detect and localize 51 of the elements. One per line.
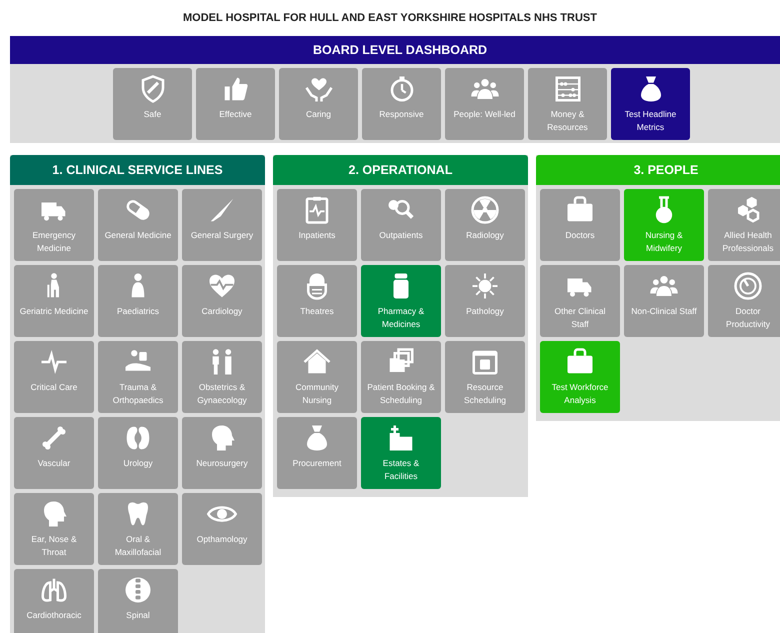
dashboard-tile[interactable]: Test Headline Metrics: [611, 68, 690, 140]
panel-title: 2. OPERATIONAL: [273, 155, 528, 185]
dashboard-tile[interactable]: Geriatric Medicine: [14, 265, 94, 337]
dashboard-tile[interactable]: Cardiothoracic: [14, 569, 94, 633]
dashboard-tile[interactable]: Pharmacy & Medicines: [361, 265, 441, 337]
dashboard-tile[interactable]: Paediatrics: [98, 265, 178, 337]
board-title: BOARD LEVEL DASHBOARD: [10, 36, 780, 64]
dashboard-tile[interactable]: Resource Scheduling: [445, 341, 525, 413]
panel-title: 3. PEOPLE: [536, 155, 780, 185]
dashboard-tile[interactable]: Procurement: [277, 417, 357, 489]
radiation-icon: [470, 195, 500, 225]
dashboard-tile[interactable]: Caring: [279, 68, 358, 140]
dashboard-tile[interactable]: Inpatients: [277, 189, 357, 261]
dashboard-tile[interactable]: Oral & Maxillofacial: [98, 493, 178, 565]
dashboard-tile[interactable]: Emergency Medicine: [14, 189, 94, 261]
dashboard-tile[interactable]: Non-Clinical Staff: [624, 265, 704, 337]
dashboard-tile[interactable]: Urology: [98, 417, 178, 489]
dashboard-tile[interactable]: Test Workforce Analysis: [540, 341, 620, 413]
dashboard-tile[interactable]: Trauma & Orthopaedics: [98, 341, 178, 413]
dashboard-tile[interactable]: Community Nursing: [277, 341, 357, 413]
dashboard-tile[interactable]: Opthamology: [182, 493, 262, 565]
dashboard-tile[interactable]: Cardiology: [182, 265, 262, 337]
dashboard-tile[interactable]: Theatres: [277, 265, 357, 337]
dashboard-tile[interactable]: Vascular: [14, 417, 94, 489]
dashboard-tile[interactable]: Ear, Nose & Throat: [14, 493, 94, 565]
dashboard-tile[interactable]: Effective: [196, 68, 275, 140]
dashboard-tile[interactable]: Money & Resources: [528, 68, 607, 140]
gauge-icon: [733, 271, 763, 301]
dashboard-tile[interactable]: Safe: [113, 68, 192, 140]
dashboard-tile[interactable]: Nursing & Midwifery: [624, 189, 704, 261]
dashboard-tile[interactable]: Pathology: [445, 265, 525, 337]
panel-title: 1. CLINICAL SERVICE LINES: [10, 155, 265, 185]
dashboard-tile[interactable]: General Surgery: [182, 189, 262, 261]
dashboard-tile[interactable]: General Medicine: [98, 189, 178, 261]
abacus-icon: [552, 74, 582, 104]
page-title: MODEL HOSPITAL FOR HULL AND EAST YORKSHIRE HOSPITALS NHS TRUST: [182, 11, 598, 26]
dashboard-tile[interactable]: People: Well-led: [445, 68, 524, 140]
dashboard-tile[interactable]: Neurosurgery: [182, 417, 262, 489]
dashboard-tile[interactable]: Doctors: [540, 189, 620, 261]
dashboard-tile[interactable]: Responsive: [362, 68, 441, 140]
dashboard-tile[interactable]: Estates & Facilities: [361, 417, 441, 489]
spine-icon: [123, 575, 153, 605]
dashboard-tile[interactable]: Critical Care: [14, 341, 94, 413]
dashboard-tile[interactable]: Other Clinical Staff: [540, 265, 620, 337]
dashboard-tile[interactable]: Obstetrics & Gynaecology: [182, 341, 262, 413]
dashboard-tile[interactable]: Radiology: [445, 189, 525, 261]
dashboard-tile[interactable]: Doctor Productivity: [708, 265, 780, 337]
dashboard-tile[interactable]: Outpatients: [361, 189, 441, 261]
dashboard-tile[interactable]: Spinal: [98, 569, 178, 633]
dashboard-tile[interactable]: Allied Health Professionals: [708, 189, 780, 261]
dashboard-tile[interactable]: Patient Booking & Scheduling: [361, 341, 441, 413]
